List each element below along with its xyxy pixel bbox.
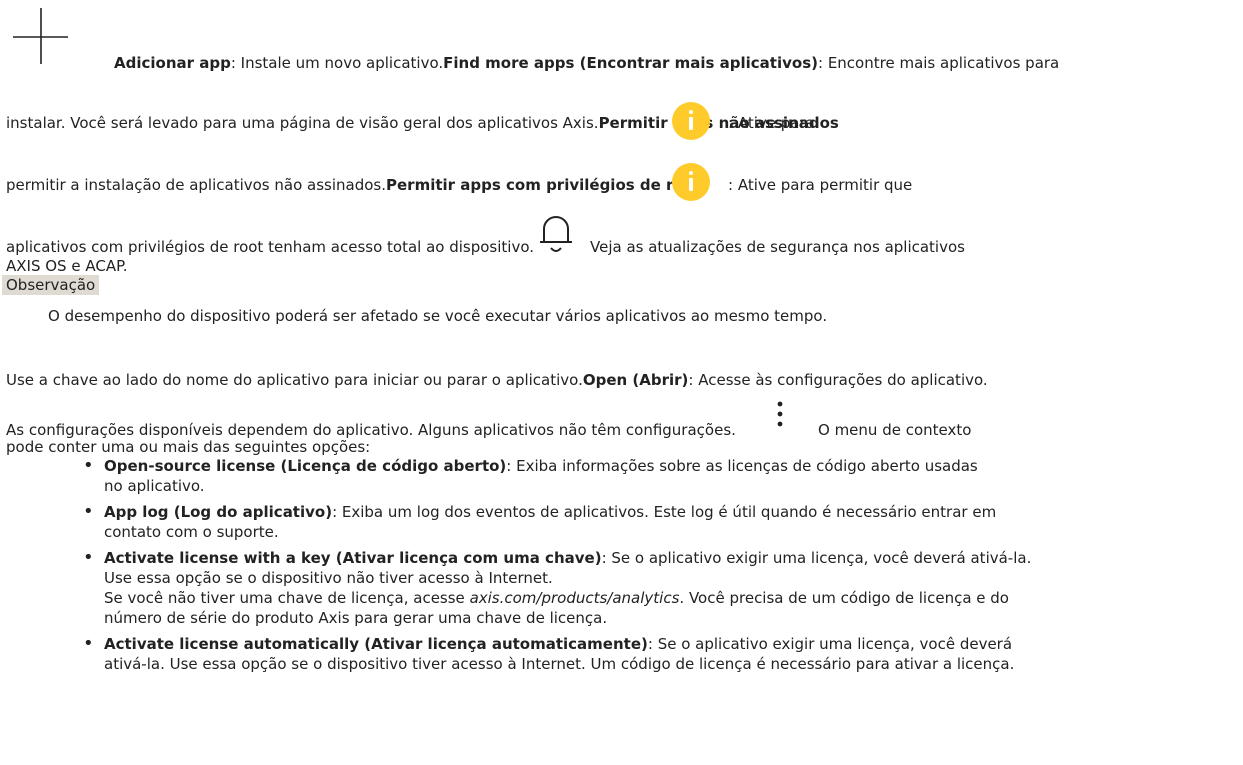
plus-icon[interactable] xyxy=(6,6,68,68)
find-more-label: Find more apps (Encontrar mais aplicativ… xyxy=(443,54,818,72)
note-label: Observação xyxy=(2,275,100,295)
add-app-label: Adicionar app xyxy=(114,54,231,72)
toggle-line: Use a chave ao lado do nome do aplicativ… xyxy=(6,371,988,389)
list-item: Activate license with a key (Ativar lice… xyxy=(80,548,1031,628)
root-line: aplicativos com privilégios de root tenh… xyxy=(6,238,535,256)
settings-text: As configurações disponíveis dependem do… xyxy=(6,421,736,439)
security-updates-text: Veja as atualizações de segurança nos ap… xyxy=(590,238,965,256)
options-list: Open-source license (Licença de código a… xyxy=(80,456,1031,674)
info-icon xyxy=(672,163,710,201)
find-more-line: instalar. Você será levado para uma pági… xyxy=(6,114,839,132)
unsigned-line: permitir a instalação de aplicativos não… xyxy=(6,176,702,194)
info-icon xyxy=(672,102,710,140)
root-label: Permitir apps com privilégios de root xyxy=(386,176,702,194)
note-text: O desempenho do dispositivo poderá ser a… xyxy=(48,307,828,325)
list-item: Open-source license (Licença de código a… xyxy=(80,456,1031,496)
add-app-line: Adicionar app: Instale um novo aplicativ… xyxy=(114,54,1060,72)
list-item: App log (Log do aplicativo): Exiba um lo… xyxy=(80,502,1031,542)
list-item: Activate license automatically (Ativar l… xyxy=(80,634,1031,674)
open-label: Open (Abrir) xyxy=(582,371,689,389)
more-vertical-icon[interactable] xyxy=(774,398,786,434)
bell-icon[interactable] xyxy=(536,212,576,256)
analytics-link[interactable]: axis.com/products/analytics xyxy=(470,589,680,607)
